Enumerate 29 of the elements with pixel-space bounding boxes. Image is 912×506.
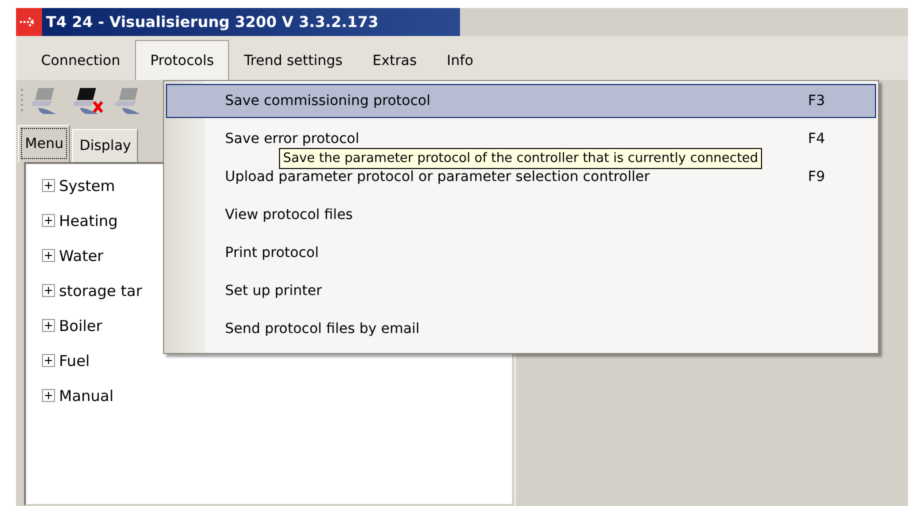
menu-item[interactable]: Protocols <box>135 40 229 80</box>
window-title: T4 24 - Visualisierung 3200 V 3.3.2.173 <box>46 13 378 31</box>
tree-item[interactable]: storage tar <box>59 282 142 300</box>
tab[interactable]: Menu <box>18 125 70 162</box>
tree-item[interactable]: Boiler <box>59 316 102 334</box>
tree-item[interactable]: Manual <box>59 386 114 404</box>
menu-item[interactable]: Info <box>432 40 488 80</box>
expand-icon[interactable] <box>42 354 55 367</box>
tab[interactable]: Display <box>72 129 138 162</box>
menu-option[interactable]: Send protocol files by email <box>166 312 876 346</box>
menu-option[interactable]: Print protocol <box>166 236 876 270</box>
expand-icon[interactable] <box>42 179 55 192</box>
menu-option[interactable]: Set up printer <box>166 274 876 308</box>
menu-item[interactable]: Connection <box>26 40 136 80</box>
expand-icon[interactable] <box>42 249 55 262</box>
expand-icon[interactable] <box>42 284 55 297</box>
expand-icon[interactable] <box>42 214 55 227</box>
tree-item[interactable]: System <box>59 176 115 194</box>
tooltip: Save the parameter protocol of the controller that is currently connected <box>279 148 762 169</box>
tree-item[interactable]: Fuel <box>59 352 90 370</box>
menu-item[interactable]: Trend settings <box>228 40 358 80</box>
expand-icon[interactable] <box>42 319 55 332</box>
tree-item[interactable]: Water <box>59 246 104 264</box>
menu-item[interactable]: Extras <box>358 40 432 80</box>
menu-option[interactable]: Save commissioning protocol F3 <box>166 84 876 118</box>
expand-icon[interactable] <box>42 389 55 402</box>
menu-option[interactable]: View protocol files <box>166 198 876 232</box>
app-logo-icon <box>16 8 42 36</box>
tree-item[interactable]: Heating <box>59 212 118 230</box>
